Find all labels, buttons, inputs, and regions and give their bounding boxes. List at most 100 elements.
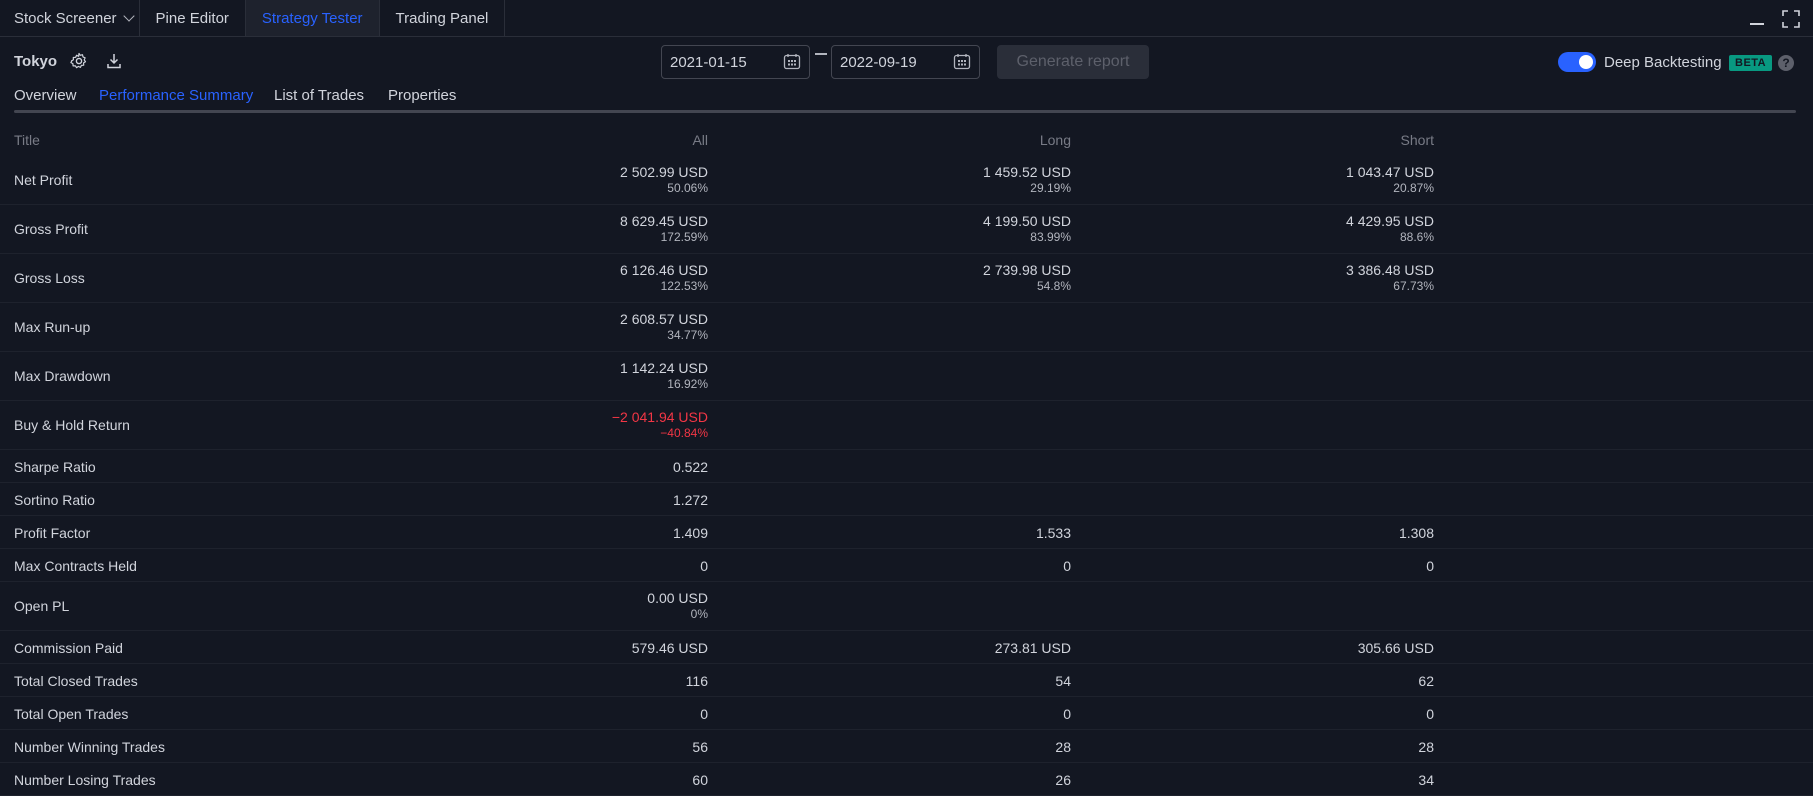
cell-long-value: 54	[1055, 673, 1071, 689]
strategy-toolbar: Tokyo 2021-01-15 2022-09-19 Generate rep…	[0, 37, 1813, 87]
cell-all-value: 2 608.57 USD	[620, 311, 708, 327]
cell-short-value: 3 386.48 USD	[1346, 262, 1434, 278]
table-row: Gross Loss 6 126.46 USD 122.53% 2 739.98 US…	[0, 254, 1813, 303]
tab-strategy-tester[interactable]: Strategy Tester	[245, 0, 380, 36]
cell-all: 579.46 USD	[488, 640, 708, 656]
cell-all: 0.522	[488, 459, 708, 475]
cell-all-percent: 50.06%	[667, 181, 708, 195]
minimize-panel-button[interactable]	[1745, 0, 1769, 37]
table-row: Total Open Trades 0 0 0	[0, 697, 1813, 730]
cell-all-percent: 0%	[690, 607, 708, 621]
cell-long: 0	[851, 558, 1071, 574]
table-row: Max Contracts Held 0 0 0	[0, 549, 1813, 582]
tab-pine-editor[interactable]: Pine Editor	[140, 0, 246, 36]
tab-overview[interactable]: Overview	[14, 87, 77, 110]
column-header-short[interactable]: Short	[1214, 132, 1434, 148]
cell-long-percent: 83.99%	[1030, 230, 1071, 244]
cell-long-value: 0	[1063, 706, 1071, 722]
performance-summary-table: Title All Long Short Net Profit 2 502.99 …	[0, 122, 1813, 796]
tab-stock-screener[interactable]: Stock Screener	[0, 0, 140, 36]
cell-long: 1 459.52 USD 29.19%	[851, 164, 1071, 195]
strategy-name: Tokyo	[14, 53, 58, 70]
sub-tabs-scrollbar[interactable]	[14, 110, 1796, 113]
cell-all: 116	[488, 673, 708, 689]
column-header-title[interactable]: Title	[14, 132, 40, 148]
tab-list-of-trades[interactable]: List of Trades	[274, 87, 364, 110]
cell-short-value: 62	[1418, 673, 1434, 689]
cell-short-percent: 67.73%	[1393, 279, 1434, 293]
cell-long-value: 4 199.50 USD	[983, 213, 1071, 229]
deep-backtesting-toggle[interactable]	[1558, 52, 1596, 72]
cell-short-value: 4 429.95 USD	[1346, 213, 1434, 229]
maximize-panel-button[interactable]	[1779, 0, 1803, 37]
cell-long-value: 273.81 USD	[994, 640, 1071, 656]
row-title: Buy & Hold Return	[14, 417, 130, 433]
cell-long-percent: 54.8%	[1036, 279, 1071, 293]
row-title: Commission Paid	[14, 640, 123, 656]
date-from-field[interactable]: 2021-01-15	[661, 45, 810, 79]
cell-all-value: 0.522	[672, 459, 708, 475]
cell-short-value: 28	[1418, 739, 1434, 755]
cell-all-value: 2 502.99 USD	[620, 164, 708, 180]
row-title: Net Profit	[14, 172, 73, 188]
tab-trading-panel-label: Trading Panel	[395, 9, 489, 27]
cell-all: 8 629.45 USD 172.59%	[488, 213, 708, 244]
cell-short: 305.66 USD	[1214, 640, 1434, 656]
cell-short: 3 386.48 USD 67.73%	[1214, 262, 1434, 293]
cell-all-value: −2 041.94 USD	[611, 409, 708, 425]
bottom-panel-tabbar: Stock Screener Pine Editor Strategy Test…	[0, 0, 1813, 37]
cell-all: 2 608.57 USD 34.77%	[488, 311, 708, 342]
cell-long-value: 26	[1055, 772, 1071, 788]
cell-all: 60	[488, 772, 708, 788]
gear-icon	[70, 52, 87, 69]
cell-long-value: 2 739.98 USD	[983, 262, 1071, 278]
cell-long: 273.81 USD	[851, 640, 1071, 656]
calendar-icon[interactable]	[783, 53, 801, 71]
tab-performance-summary[interactable]: Performance Summary	[99, 87, 254, 113]
tab-trading-panel[interactable]: Trading Panel	[380, 0, 506, 36]
cell-short-value: 1 043.47 USD	[1346, 164, 1434, 180]
cell-short: 28	[1214, 739, 1434, 755]
maximize-icon	[1782, 9, 1800, 28]
cell-short: 1 043.47 USD 20.87%	[1214, 164, 1434, 195]
cell-all: −2 041.94 USD −40.84%	[488, 409, 708, 440]
cell-all-percent: 16.92%	[667, 377, 708, 391]
date-to-field[interactable]: 2022-09-19	[831, 45, 980, 79]
cell-long-value: 0	[1063, 558, 1071, 574]
cell-all: 56	[488, 739, 708, 755]
generate-report-button[interactable]: Generate report	[997, 45, 1149, 79]
table-row: Commission Paid 579.46 USD 273.81 USD 305.6…	[0, 631, 1813, 664]
table-row: Gross Profit 8 629.45 USD 172.59% 4 199.50 …	[0, 205, 1813, 254]
table-row: Total Closed Trades 116 54 62	[0, 664, 1813, 697]
table-row: Buy & Hold Return −2 041.94 USD −40.84%	[0, 401, 1813, 450]
row-title: Sortino Ratio	[14, 492, 95, 508]
column-header-all[interactable]: All	[488, 132, 708, 148]
cell-all-value: 60	[692, 772, 708, 788]
tab-properties[interactable]: Properties	[388, 87, 456, 110]
help-icon[interactable]: ?	[1778, 55, 1794, 71]
cell-short-value: 1.308	[1398, 525, 1434, 541]
column-header-long[interactable]: Long	[851, 132, 1071, 148]
export-data-button[interactable]	[104, 51, 124, 71]
cell-all-value: 116	[685, 673, 708, 689]
cell-all: 0	[488, 706, 708, 722]
calendar-icon[interactable]	[953, 53, 971, 71]
cell-all-percent: 34.77%	[667, 328, 708, 342]
cell-short: 62	[1214, 673, 1434, 689]
toggle-knob	[1579, 55, 1593, 69]
row-title: Gross Loss	[14, 270, 85, 286]
cell-short: 0	[1214, 558, 1434, 574]
cell-long-value: 1.533	[1035, 525, 1071, 541]
cell-all-value: 56	[692, 739, 708, 755]
cell-long: 4 199.50 USD 83.99%	[851, 213, 1071, 244]
cell-long: 2 739.98 USD 54.8%	[851, 262, 1071, 293]
row-title: Total Open Trades	[14, 706, 129, 722]
tab-pine-editor-label: Pine Editor	[155, 9, 229, 27]
row-title: Sharpe Ratio	[14, 459, 96, 475]
cell-short: 34	[1214, 772, 1434, 788]
strategy-settings-button[interactable]	[69, 51, 89, 71]
row-title: Gross Profit	[14, 221, 88, 237]
minimize-icon	[1750, 22, 1764, 25]
chevron-down-icon[interactable]	[122, 9, 135, 22]
cell-all-value: 0	[700, 558, 708, 574]
